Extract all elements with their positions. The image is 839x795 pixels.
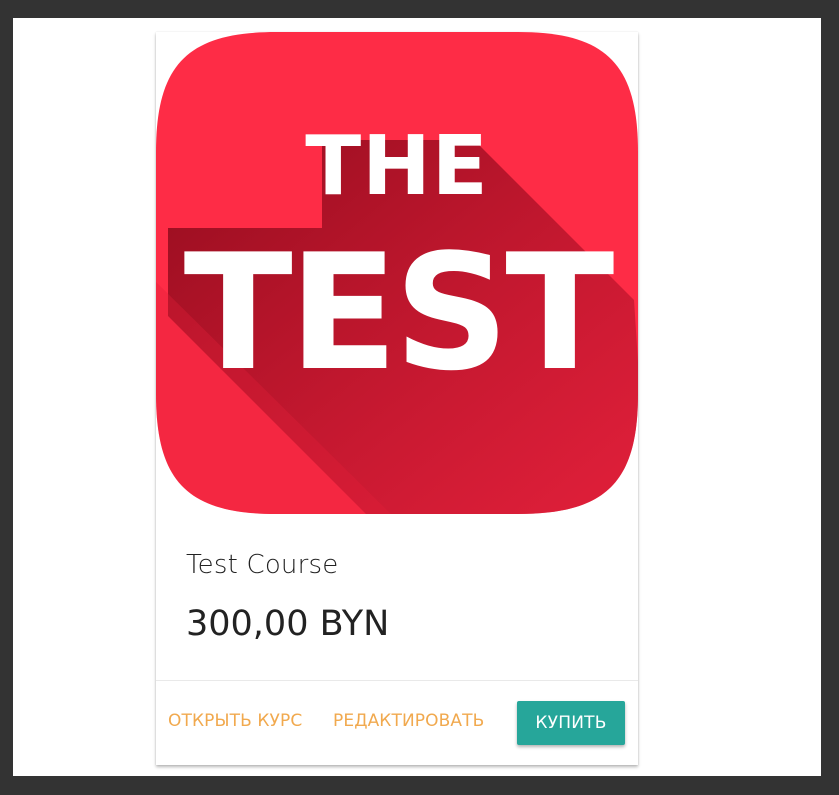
edit-course-button[interactable]: РЕДАКТИРОВАТЬ xyxy=(333,711,484,731)
course-image[interactable]: THE TEST xyxy=(156,32,638,514)
card-actions: ОТКРЫТЬ КУРС РЕДАКТИРОВАТЬ КУПИТЬ xyxy=(156,681,638,765)
course-card: THE TEST Test Course 300,00 BYN ОТКРЫТЬ … xyxy=(156,32,638,765)
buy-button[interactable]: КУПИТЬ xyxy=(517,701,625,745)
course-title: Test Course xyxy=(186,550,339,580)
logo-line1: THE xyxy=(305,119,489,214)
test-logo-icon: THE TEST xyxy=(156,32,638,514)
page-background: THE TEST Test Course 300,00 BYN ОТКРЫТЬ … xyxy=(13,18,821,776)
course-price: 300,00 BYN xyxy=(186,604,390,644)
open-course-button[interactable]: ОТКРЫТЬ КУРС xyxy=(168,711,302,731)
logo-line2: TEST xyxy=(184,219,615,406)
